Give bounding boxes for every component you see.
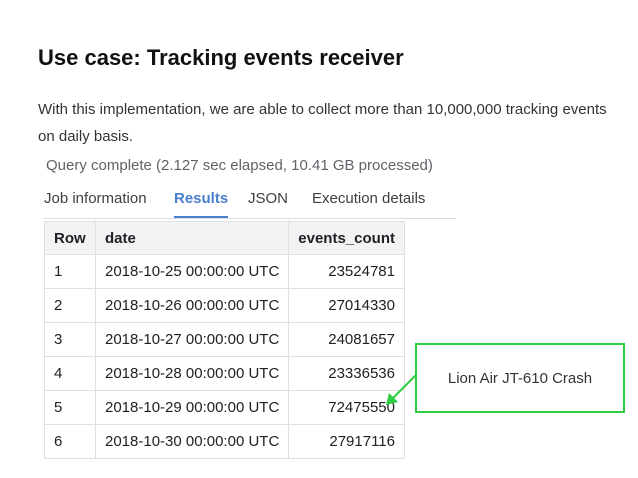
date-cell: 2018-10-29 00:00:00 UTC bbox=[94, 390, 290, 425]
table-row: 1 2018-10-25 00:00:00 UTC 23524781 bbox=[44, 254, 405, 289]
tab-job-information[interactable]: Job information bbox=[44, 182, 147, 217]
tab-execution-details[interactable]: Execution details bbox=[312, 182, 425, 217]
annotation-text: Lion Air JT-610 Crash bbox=[447, 369, 593, 387]
column-header-row[interactable]: Row bbox=[44, 221, 96, 255]
events-count-cell: 27917116 bbox=[288, 424, 405, 459]
date-cell: 2018-10-26 00:00:00 UTC bbox=[94, 288, 290, 323]
description-paragraph: With this implementation, we are able to… bbox=[38, 101, 607, 145]
column-header-date[interactable]: date bbox=[94, 221, 290, 255]
annotation-callout: Lion Air JT-610 Crash bbox=[415, 343, 625, 413]
query-status: Query complete (2.127 sec elapsed, 10.41… bbox=[46, 157, 433, 174]
tab-json[interactable]: JSON bbox=[248, 182, 288, 217]
results-table: Row date events_count 1 2018-10-25 00:00… bbox=[44, 221, 405, 459]
date-cell: 2018-10-27 00:00:00 UTC bbox=[94, 322, 290, 357]
events-count-cell: 27014330 bbox=[288, 288, 405, 323]
row-number-cell: 1 bbox=[44, 254, 96, 289]
table-row: 6 2018-10-30 00:00:00 UTC 27917116 bbox=[44, 424, 405, 459]
row-number-cell: 3 bbox=[44, 322, 96, 357]
row-number-cell: 2 bbox=[44, 288, 96, 323]
row-number-cell: 4 bbox=[44, 356, 96, 391]
row-number-cell: 6 bbox=[44, 424, 96, 459]
tab-results[interactable]: Results bbox=[174, 182, 229, 218]
date-cell: 2018-10-30 00:00:00 UTC bbox=[94, 424, 290, 459]
date-cell: 2018-10-25 00:00:00 UTC bbox=[94, 254, 290, 289]
page-title: Use case: Tracking events receiver bbox=[38, 45, 404, 70]
events-count-cell: 23524781 bbox=[288, 254, 405, 289]
table-header-row: Row date events_count bbox=[44, 221, 405, 255]
table-row: 3 2018-10-27 00:00:00 UTC 24081657 bbox=[44, 322, 405, 357]
table-row: 5 2018-10-29 00:00:00 UTC 72475550 bbox=[44, 390, 405, 425]
events-count-cell: 24081657 bbox=[288, 322, 405, 357]
date-cell: 2018-10-28 00:00:00 UTC bbox=[94, 356, 290, 391]
row-number-cell: 5 bbox=[44, 390, 96, 425]
table-row: 4 2018-10-28 00:00:00 UTC 23336536 bbox=[44, 356, 405, 391]
table-row: 2 2018-10-26 00:00:00 UTC 27014330 bbox=[44, 288, 405, 323]
results-tabs: Job information Results JSON Execution d… bbox=[44, 182, 456, 219]
column-header-events-count[interactable]: events_count bbox=[288, 221, 405, 255]
annotation-arrow-icon bbox=[386, 373, 418, 405]
